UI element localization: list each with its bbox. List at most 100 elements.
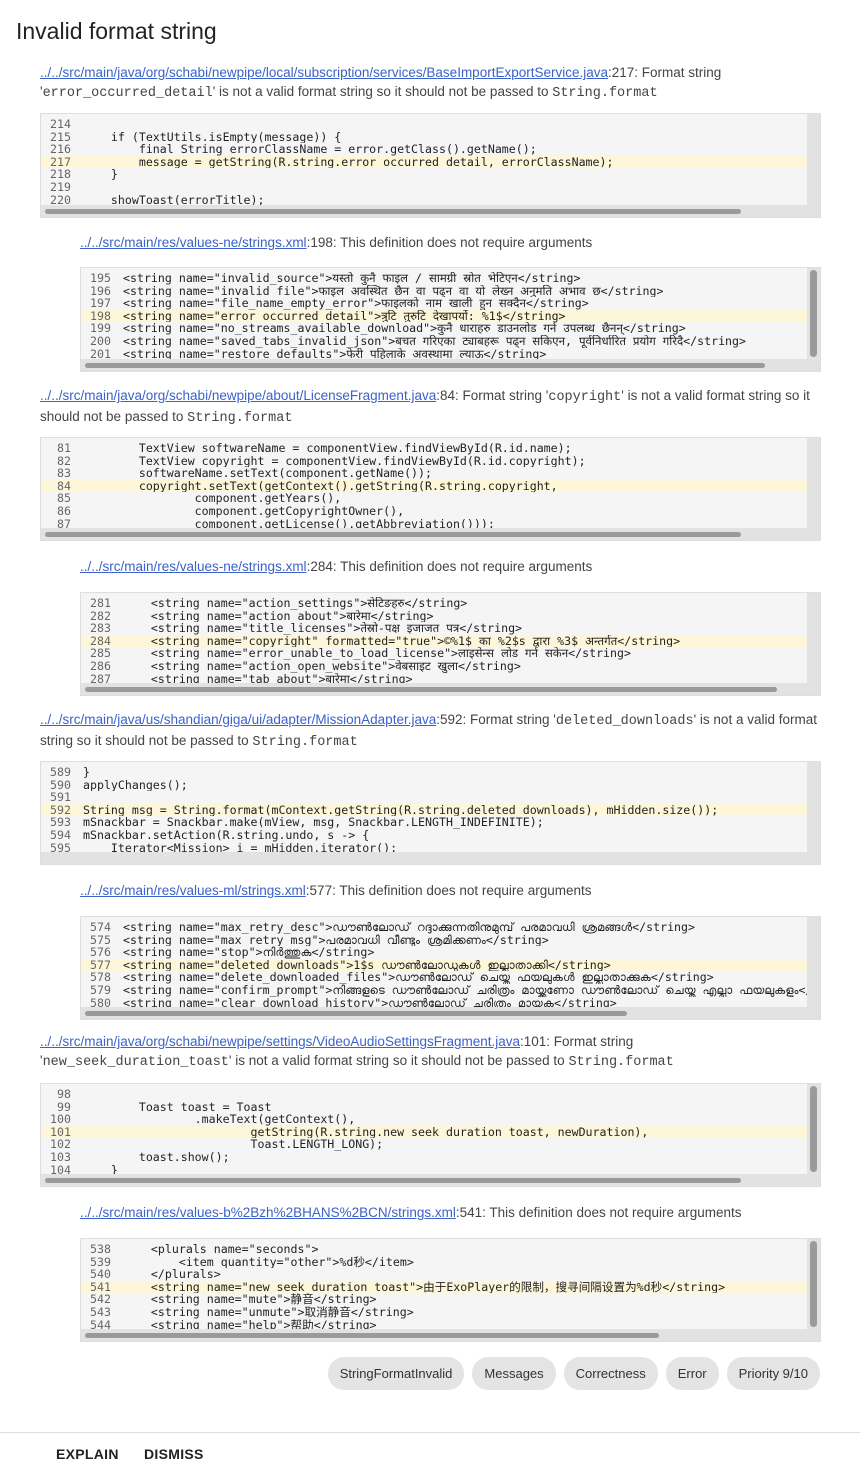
code-line: 575 <string name="max_retry_msg">പരമാവധി … bbox=[81, 934, 820, 947]
code-line: 542 <string name="mute">静音</string> bbox=[81, 1293, 820, 1306]
code-line: 286 <string name="action_open_website">व… bbox=[81, 660, 820, 673]
horizontal-scrollbar[interactable] bbox=[81, 1007, 820, 1019]
code-line: 285 <string name="error_unable_to_load_l… bbox=[81, 647, 820, 660]
code-line: 216 final String errorClassName = error.… bbox=[41, 143, 820, 156]
tag-chip[interactable]: Priority 9/10 bbox=[726, 1357, 820, 1390]
line-number: 217 bbox=[50, 155, 71, 169]
code-lines: 98 99 Toast toast = Toast 100 .makeText(ge… bbox=[41, 1084, 820, 1176]
file-link[interactable]: ../../src/main/java/org/schabi/newpipe/l… bbox=[40, 65, 608, 80]
vertical-scrollbar[interactable] bbox=[807, 917, 820, 1007]
code-line: 594 mSnackbar.setAction(R.string.undo, s … bbox=[41, 829, 820, 842]
code-line: 102 Toast.LENGTH_LONG); bbox=[41, 1138, 820, 1151]
file-link[interactable]: ../../src/main/res/values-ne/strings.xml bbox=[80, 559, 307, 574]
line-number: 594 bbox=[50, 828, 71, 842]
code-text: copyright.setText(getContext().getString… bbox=[83, 479, 558, 493]
code-line: 540 </plurals> bbox=[81, 1268, 820, 1281]
string-identifier: copyright bbox=[548, 390, 622, 405]
line-number: 219 bbox=[50, 180, 71, 194]
horizontal-scrollbar[interactable] bbox=[81, 359, 820, 371]
tag-chip[interactable]: Correctness bbox=[563, 1357, 658, 1390]
code-line: 539 <item quantity="other">%d秒</item> bbox=[81, 1256, 820, 1269]
file-link[interactable]: ../../src/main/java/us/shandian/giga/ui/… bbox=[40, 712, 436, 727]
code-text: <string name="title_licenses">तेस्रो-पक्… bbox=[123, 622, 523, 635]
code-line: 282 <string name="action_about">बारेमा</… bbox=[81, 610, 820, 623]
code-snippet: 281 <string name="action_settings">सेटिङ… bbox=[80, 592, 821, 696]
code-text: <string name="delete_downloaded_files">ഡ… bbox=[123, 971, 714, 984]
code-text: applyChanges(); bbox=[83, 778, 188, 792]
code-line: 81 TextView softwareName = componentView… bbox=[41, 442, 820, 455]
line-number: 285 bbox=[90, 647, 111, 660]
line-number: 82 bbox=[57, 454, 71, 468]
file-link[interactable]: ../../src/main/java/org/schabi/newpipe/s… bbox=[40, 1034, 520, 1049]
code-text: <string name="file_name_empty_error">फाइ… bbox=[123, 297, 589, 310]
code-text: softwareName.setText(component.getName()… bbox=[83, 467, 433, 480]
code-line: 217 message = getString(R.string.error_o… bbox=[41, 155, 820, 169]
vertical-scrollbar[interactable] bbox=[807, 438, 820, 528]
tag-chip[interactable]: StringFormatInvalid bbox=[327, 1357, 465, 1390]
vertical-scrollbar[interactable] bbox=[807, 1084, 820, 1174]
code-line: 593 mSnackbar = Snackbar.make(mView, msg,… bbox=[41, 816, 820, 829]
line-number: 543 bbox=[90, 1305, 111, 1319]
issue-message: ../../src/main/java/org/schabi/newpipe/l… bbox=[40, 65, 722, 101]
code-line: 577 <string name="deleted_downloads">1$s … bbox=[81, 958, 820, 972]
code-snippet: 195 <string name="invalid_source">यस्तो क… bbox=[80, 267, 821, 372]
code-text: Toast toast = Toast bbox=[83, 1100, 272, 1114]
line-number: 196 bbox=[90, 284, 111, 298]
line-number: 200 bbox=[90, 334, 111, 348]
horizontal-scrollbar[interactable] bbox=[41, 205, 820, 217]
target-method: String.format bbox=[187, 411, 293, 426]
horizontal-scrollbar[interactable] bbox=[41, 1174, 820, 1186]
divider bbox=[0, 1432, 860, 1433]
line-number: 590 bbox=[50, 778, 71, 792]
tag-chip[interactable]: Error bbox=[665, 1357, 719, 1390]
line-number: 574 bbox=[90, 921, 111, 934]
code-text: String msg = String.format(mContext.getS… bbox=[83, 803, 719, 817]
code-line: 199 <string name="no_streams_available_do… bbox=[81, 322, 820, 335]
code-line: 214 bbox=[41, 118, 820, 131]
code-line: 84 copyright.setText(getContext().getStr… bbox=[41, 479, 820, 493]
explain-button[interactable]: EXPLAIN bbox=[56, 1446, 119, 1462]
tag-chip[interactable]: Messages bbox=[472, 1357, 556, 1390]
code-text: <string name="invalid_file">फाइल अवस्थित… bbox=[123, 284, 664, 298]
line-number: 577 bbox=[90, 958, 111, 972]
vertical-scrollbar[interactable] bbox=[807, 593, 820, 683]
code-text: message = getString(R.string.error_occur… bbox=[83, 155, 614, 169]
file-link[interactable]: ../../src/main/java/org/schabi/newpipe/a… bbox=[40, 388, 436, 403]
file-link[interactable]: ../../src/main/res/values-b%2Bzh%2BHANS%… bbox=[80, 1205, 456, 1220]
code-text: <item quantity="other">%d秒</item> bbox=[123, 1255, 414, 1269]
line-number: 197 bbox=[90, 297, 111, 310]
line-number: 86 bbox=[57, 504, 71, 518]
code-line: 589} bbox=[41, 766, 820, 779]
code-line: 538 <plurals name="seconds"> bbox=[81, 1243, 820, 1256]
code-lines: 538 <plurals name="seconds"> 539 <item qu… bbox=[81, 1239, 820, 1331]
line-number: 218 bbox=[50, 168, 71, 181]
code-line: 83 softwareName.setText(component.getNam… bbox=[41, 467, 820, 480]
code-text: mSnackbar.setAction(R.string.undo, s -> … bbox=[83, 828, 370, 842]
code-line: 215 if (TextUtils.isEmpty(message)) { bbox=[41, 131, 820, 144]
vertical-scrollbar[interactable] bbox=[807, 762, 820, 852]
file-link[interactable]: ../../src/main/res/values-ne/strings.xml bbox=[80, 235, 307, 250]
line-number: 199 bbox=[90, 322, 111, 335]
line-number: 539 bbox=[90, 1255, 111, 1269]
code-text: <plurals name="seconds"> bbox=[123, 1243, 319, 1256]
line-number: 593 bbox=[50, 816, 71, 829]
line-number: 102 bbox=[50, 1138, 71, 1151]
horizontal-scrollbar[interactable] bbox=[41, 852, 820, 864]
page-title: Invalid format string bbox=[16, 18, 217, 44]
line-number: 542 bbox=[90, 1293, 111, 1306]
code-line: 281 <string name="action_settings">सेटिङ… bbox=[81, 597, 820, 610]
vertical-scrollbar[interactable] bbox=[807, 1239, 820, 1329]
line-number: 541 bbox=[90, 1280, 111, 1294]
dismiss-button[interactable]: DISMISS bbox=[144, 1446, 204, 1462]
line-number: 538 bbox=[90, 1243, 111, 1256]
code-line: 218 } bbox=[41, 168, 820, 181]
vertical-scrollbar[interactable] bbox=[807, 114, 820, 205]
horizontal-scrollbar[interactable] bbox=[81, 683, 820, 695]
file-link[interactable]: ../../src/main/res/values-ml/strings.xml bbox=[80, 883, 306, 898]
code-text: getString(R.string.new_seek_duration_toa… bbox=[83, 1125, 649, 1139]
code-line: 197 <string name="file_name_empty_error">… bbox=[81, 297, 820, 310]
vertical-scrollbar[interactable] bbox=[807, 268, 820, 359]
horizontal-scrollbar[interactable] bbox=[41, 528, 820, 540]
horizontal-scrollbar[interactable] bbox=[81, 1329, 820, 1341]
code-text: <string name="error_unable_to_load_licen… bbox=[123, 647, 631, 660]
